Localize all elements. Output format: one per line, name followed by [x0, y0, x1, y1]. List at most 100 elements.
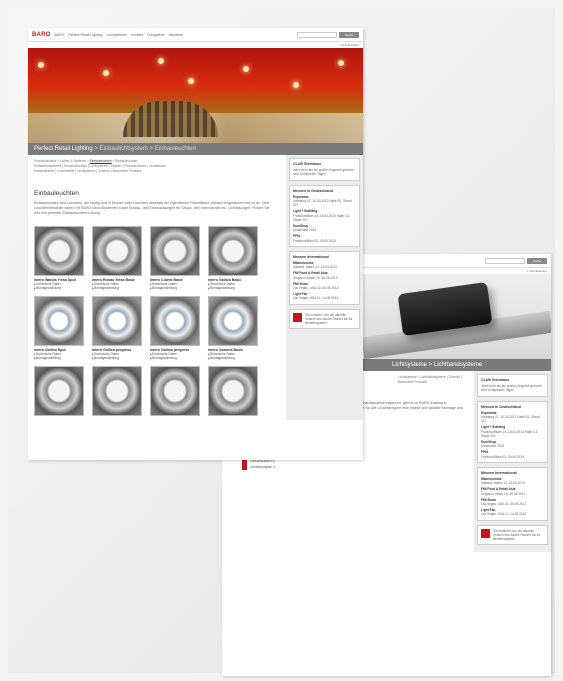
product-card[interactable]: Intero Gallica progressTechnische DatenM…	[150, 296, 200, 360]
fairs-title: Messen in Deutschland	[293, 188, 333, 193]
product-link[interactable]: Montageanleitung	[150, 356, 200, 360]
intl-fairs-box: Messen International Milanolumina Mailan…	[477, 466, 548, 521]
top-navigation: BARO BARO Perfect Retail Lighting Lichts…	[28, 28, 363, 42]
nav-item-lichtsysteme[interactable]: Lichtsysteme	[107, 33, 127, 37]
intl-text: Mailand, Italien 12.-15.04.2013	[481, 481, 525, 486]
breadcrumb-tail[interactable]: > Einbauleuchten	[112, 159, 138, 163]
search-input[interactable]	[297, 31, 337, 38]
fair-text: Frankfurt/Main 03.-09.09.2013	[481, 454, 524, 459]
news-text: Jetzt mehr als ein großes Angebot gebore…	[293, 168, 354, 177]
product-card[interactable]: Intero Gallica SpotTechnische DatenMonta…	[34, 296, 84, 360]
fairs-title: Messen in Deutschland	[481, 404, 521, 409]
news-title: CLUB Steinhaus	[481, 378, 510, 382]
nav-item-baro[interactable]: BARO	[54, 33, 64, 37]
breadcrumb-active[interactable]: Einbauleuchten	[90, 159, 112, 163]
product-card[interactable]	[92, 366, 142, 417]
sidebar: CLUB Steinhaus Jetzt mehr als ein großes…	[286, 155, 363, 421]
product-thumbnail[interactable]	[208, 296, 258, 347]
product-card[interactable]	[150, 366, 200, 417]
fair-text: Hamburg 07.-10.03.2013 Halle B1, Stand 3…	[293, 199, 352, 208]
subnav-line[interactable]: Einbaulichtsysteme | Deckenleuchten | Li…	[34, 164, 166, 168]
breadcrumb: Lichtsysteme > Lichtbandsysteme | Zubehö…	[398, 375, 463, 384]
search-input[interactable]	[485, 257, 525, 264]
product-thumbnail[interactable]	[92, 366, 142, 417]
product-link[interactable]: Montageanleitung	[208, 286, 258, 290]
subnav-line[interactable]: Einbaustrahler | Leuchtmittel | Lichtsys…	[34, 169, 142, 173]
nav-item-retail[interactable]: Perfect Retail Lighting	[68, 33, 102, 37]
intl-text: Las Vegas, USA 02.-05.05.2013	[481, 502, 527, 507]
fairs-box: Messen in Deutschland Exporama Hamburg 0…	[477, 400, 548, 463]
adobe-promo[interactable]: Sie kommen nun die aktuelle Version des …	[477, 524, 548, 546]
product-card[interactable]: Intero Wanda Yiesa SpotTechnische DatenM…	[34, 226, 84, 290]
product-card[interactable]: Intero Cutera BasicTechnische DatenMonta…	[150, 226, 200, 290]
intro-text: Einbauleuchten sind Leuchten, die häufig…	[34, 201, 270, 215]
product-card[interactable]: Intero Rondo Yiesa BasicTechnische Daten…	[92, 226, 142, 290]
news-title: CLUB Steinhaus	[293, 162, 322, 166]
search-button[interactable]: Suche	[527, 257, 547, 264]
product-card[interactable]: Intero Gallica BasicTechnische DatenMont…	[208, 226, 258, 290]
product-card[interactable]: Intero Garanta BasicTechnische DatenMont…	[208, 296, 258, 360]
product-grid: Intero Wanda Yiesa SpotTechnische DatenM…	[34, 226, 280, 417]
intl-text: Singapur, Asien 15.-18.05.2013	[293, 275, 338, 280]
baro-logo[interactable]: BARO	[32, 32, 50, 38]
product-thumbnail[interactable]	[150, 366, 200, 417]
fair-text: Düsseldorf 2014	[293, 228, 317, 233]
ceiling-light	[338, 60, 344, 66]
product-link[interactable]: Montageanleitung	[92, 356, 142, 360]
fair-text: Frankfurt/Main 14.-18.04.2014 Halle 4.2,…	[293, 213, 351, 222]
nav-item-fotogalerie[interactable]: Fotogalerie	[147, 33, 165, 37]
product-link[interactable]: Montageanleitung	[34, 286, 84, 290]
ceiling-light	[103, 70, 109, 76]
fair-text: Frankfurt/Main 14.-18.04.2014 Halle 4.2,…	[481, 429, 539, 438]
product-thumbnail[interactable]	[92, 296, 142, 347]
news-box: CLUB Steinhaus Jetzt mehr als ein großes…	[477, 374, 548, 397]
product-link[interactable]: Montageanleitung	[150, 286, 200, 290]
breadcrumb: Produktionslinie > Lichter & Systeme > E…	[34, 159, 280, 174]
product-thumbnail[interactable]	[208, 366, 258, 417]
hero-image-store	[28, 48, 363, 143]
adobe-promo[interactable]: Sie kommen nun die aktuelle Version des …	[289, 308, 360, 330]
ceiling-light	[293, 82, 299, 88]
intl-fairs-box: Messen International Milanolumina Mailan…	[289, 250, 360, 305]
intl-title: Messen International	[481, 470, 517, 475]
section-band: Perfect Retail Lighting > Einbaulichtsys…	[28, 143, 363, 155]
pdf-link[interactable]: Lichtbandplan 1	[242, 464, 468, 470]
product-link[interactable]: Montageanleitung	[208, 356, 258, 360]
intl-text: Las Vegas, USA 11.-14.05.2013	[293, 296, 339, 301]
intl-text: Las Vegas, USA 11.-14.05.2013	[481, 512, 527, 517]
product-thumbnail[interactable]	[34, 296, 84, 347]
intl-text: Mailand, Italien 12.-15.04.2013	[293, 265, 337, 270]
sidebar: CLUB Steinhaus Jetzt mehr als ein großes…	[474, 371, 551, 553]
breadcrumb-path[interactable]: Produktionslinie > Lichter & Systeme >	[34, 159, 90, 163]
product-thumbnail[interactable]	[92, 226, 142, 276]
pdf-icon	[242, 464, 247, 470]
promo-text: Sie kommen nun die aktuelle Version des …	[493, 528, 541, 542]
fair-text: Hamburg 07.-10.03.2013 Halle B1, Stand 3…	[481, 415, 540, 424]
search-button[interactable]: Suche	[339, 31, 359, 38]
product-thumbnail[interactable]	[150, 226, 200, 276]
band-title: Perfect Retail Lighting	[34, 146, 93, 152]
adobe-icon	[481, 528, 490, 538]
nav-item-aktuelles[interactable]: Aktuelles	[168, 33, 182, 37]
product-thumbnail[interactable]	[34, 366, 84, 417]
product-card[interactable]	[34, 366, 84, 417]
ceiling-light	[188, 78, 194, 84]
product-thumbnail[interactable]	[208, 226, 258, 276]
product-link[interactable]: Montageanleitung	[92, 286, 142, 290]
product-card[interactable]: Intero Gallica progressTechnische DatenM…	[92, 296, 142, 360]
promo-text: Sie kommen nun die aktuelle Version des …	[305, 312, 353, 326]
nav-item-kontakt[interactable]: Kontakt	[131, 33, 143, 37]
product-thumbnail[interactable]	[150, 296, 200, 347]
page-title: Einbauleuchten	[34, 190, 79, 197]
fairs-box: Messen in Deutschland Exporama Hamburg 0…	[289, 184, 360, 247]
product-link[interactable]: Montageanleitung	[34, 356, 84, 360]
product-card[interactable]	[208, 366, 258, 417]
screenshot-einbauleuchten: BARO BARO Perfect Retail Lighting Lichts…	[28, 28, 363, 460]
fair-text: Frankfurt/Main 03.-09.09.2013	[293, 238, 336, 243]
ceiling-light	[158, 58, 164, 64]
main-content: Produktionslinie > Lichter & Systeme > E…	[28, 155, 286, 420]
band-path: > Einbaulichtsystem > Einbauleuchten	[92, 146, 197, 152]
adobe-icon	[293, 312, 302, 322]
ceiling-light	[38, 62, 44, 68]
product-thumbnail[interactable]	[34, 226, 84, 276]
